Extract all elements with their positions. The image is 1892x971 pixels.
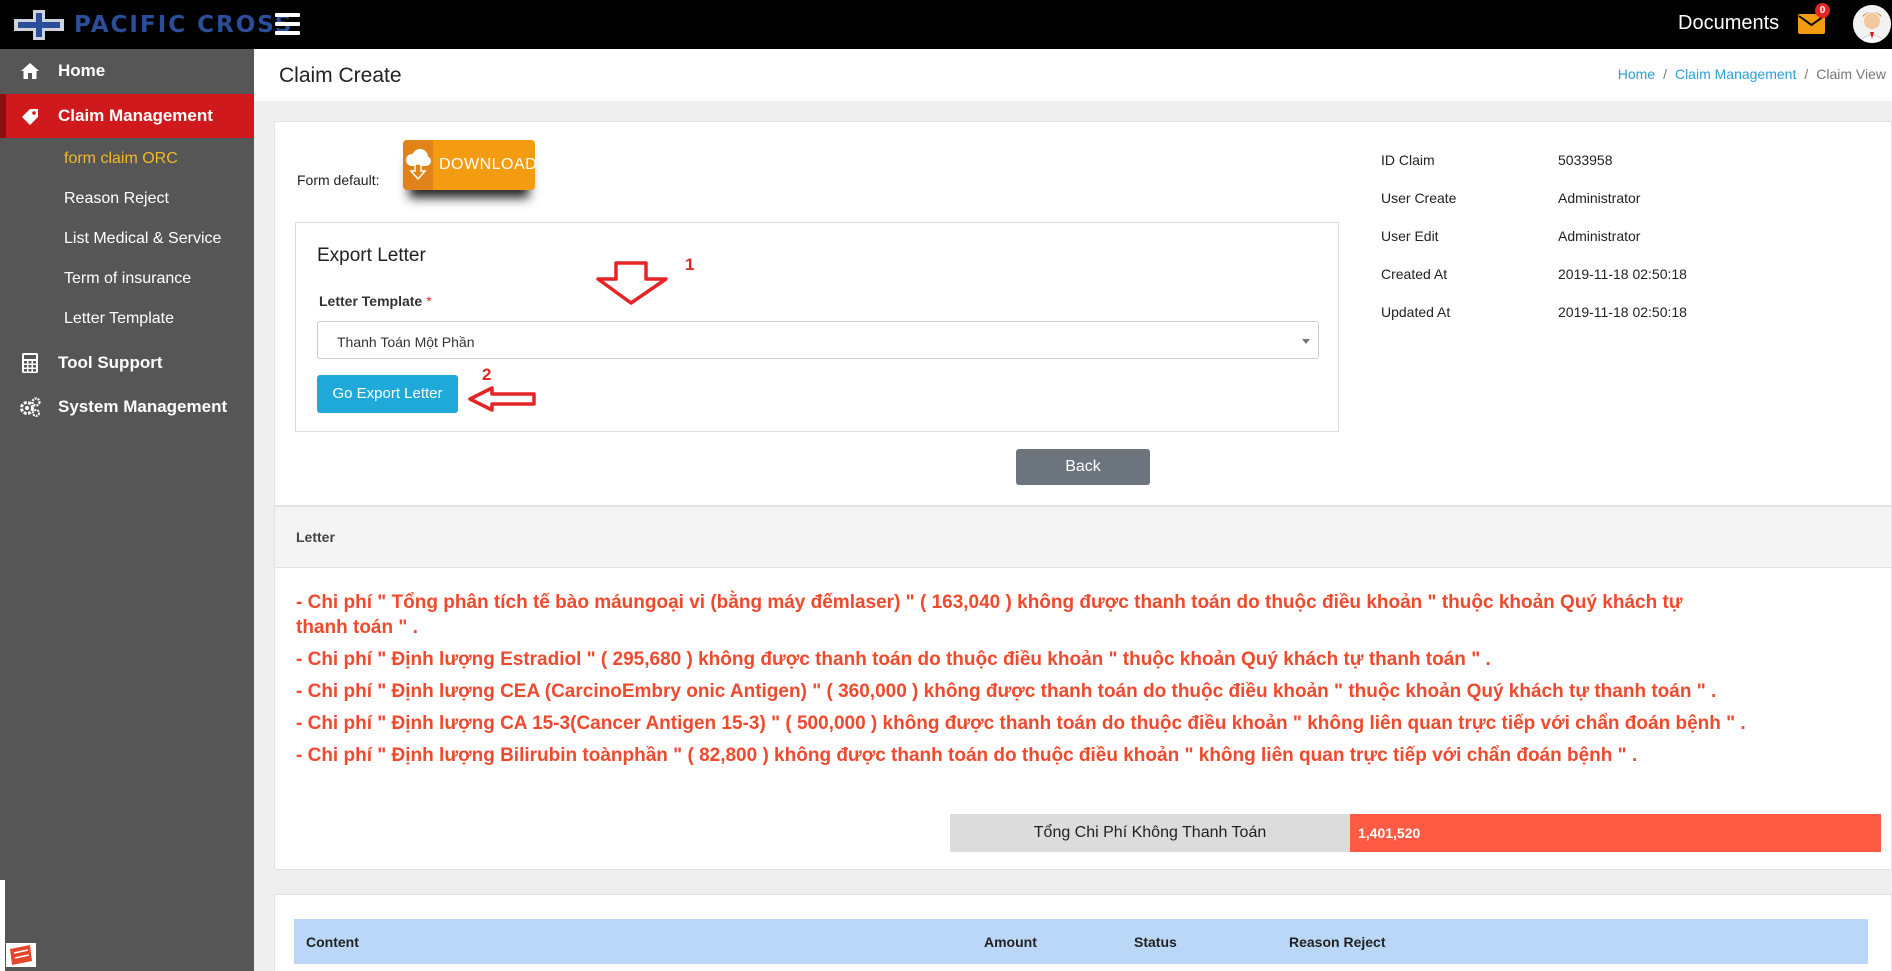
letter-template-select[interactable]: Thanh Toán Một Phần (317, 321, 1319, 359)
letter-line: - Chi phí " Định lượng Bilirubin toànphầ… (296, 745, 1638, 766)
brand-name: PACIFIC CROSS (74, 12, 294, 38)
letter-content: - Chi phí " Tổng phân tích tế bào máungo… (296, 590, 1892, 772)
sidebar-sub-letter-template[interactable]: Letter Template (64, 310, 174, 328)
export-letter-box: Export Letter Letter Template * Thanh Toá… (295, 222, 1339, 432)
mail-count-badge: 0 (1815, 3, 1830, 18)
menu-toggle-icon[interactable] (275, 13, 300, 35)
column-header-reason-reject[interactable]: Reason Reject (1289, 934, 1385, 950)
column-header-content[interactable]: Content (306, 934, 359, 950)
letter-template-value: Thanh Toán Một Phần (337, 334, 475, 350)
chevron-down-icon (1302, 339, 1310, 344)
info-label-user-edit: User Edit (1381, 228, 1439, 244)
letter-line: - Chi phí " Định lượng CEA (CarcinoEmbry… (296, 681, 1717, 702)
total-unpaid-value: 1,401,520 (1350, 814, 1881, 852)
annotation-arrow-left-icon (468, 386, 536, 412)
claim-form-panel: Form default: DOWNLOAD Export Letter Let… (274, 121, 1892, 506)
brand-logo[interactable]: PACIFIC CROSS (14, 10, 293, 40)
page-title: Claim Create (279, 64, 402, 87)
user-avatar[interactable] (1853, 5, 1891, 43)
letter-line: - Chi phí " Tổng phân tích tế bào máungo… (296, 592, 1683, 638)
info-value-user-edit: Administrator (1558, 228, 1641, 244)
letter-template-label: Letter Template * (319, 293, 432, 309)
breadcrumb-home[interactable]: Home (1618, 66, 1655, 82)
letter-line: - Chi phí " Định lượng CA 15-3(Cancer An… (296, 713, 1746, 734)
home-icon (18, 61, 42, 81)
info-value-updated-at: 2019-11-18 02:50:18 (1558, 304, 1687, 320)
main-content: Claim Create Home / Claim Management / Claim… (254, 49, 1892, 971)
sidebar-item-tool-support[interactable]: Tool Support (0, 341, 254, 385)
claim-items-table-header: Content Amount Status Reason Reject (294, 919, 1868, 964)
sidebar-sub-reason-reject[interactable]: Reason Reject (64, 190, 169, 208)
sidebar-item-label: System Management (58, 397, 228, 416)
sidebar-sub-list-medical-service[interactable]: List Medical & Service (64, 230, 221, 248)
info-label-created-at: Created At (1381, 266, 1448, 282)
sidebar-item-label: Claim Management (58, 106, 213, 125)
cloud-download-icon (403, 140, 433, 190)
info-value-id-claim: 5033958 (1558, 152, 1613, 168)
sidebar-item-claim-management[interactable]: Claim Management (0, 94, 254, 138)
breadcrumb: Home / Claim Management / Claim View (1617, 66, 1886, 82)
form-default-label: Form default: (297, 172, 380, 188)
info-label-id-claim: ID Claim (1381, 152, 1435, 168)
avatar-icon (1853, 5, 1891, 43)
page-edge-strip (0, 880, 5, 971)
letter-panel-header: Letter (275, 507, 1891, 568)
tag-icon (18, 106, 42, 126)
letter-line: - Chi phí " Định lượng Estradiol " ( 295… (296, 649, 1491, 670)
annotation-number-1: 1 (685, 255, 695, 274)
app-launcher-icon[interactable] (6, 943, 36, 967)
calculator-icon (18, 353, 42, 373)
export-letter-title: Export Letter (317, 245, 426, 266)
sidebar-item-label: Tool Support (58, 353, 163, 372)
back-button[interactable]: Back (1016, 449, 1150, 485)
breadcrumb-current: Claim View (1816, 66, 1886, 82)
letter-header-title: Letter (296, 529, 335, 545)
info-value-user-create: Administrator (1558, 190, 1641, 206)
download-button[interactable]: DOWNLOAD (403, 140, 538, 190)
info-label-updated-at: Updated At (1381, 304, 1451, 320)
sidebar-item-system-management[interactable]: System Management (0, 385, 254, 429)
go-export-letter-button[interactable]: Go Export Letter (317, 375, 458, 413)
column-header-status[interactable]: Status (1134, 934, 1177, 950)
letter-template-label-text: Letter Template (319, 293, 423, 309)
sidebar-item-home[interactable]: Home (0, 49, 254, 93)
info-label-user-create: User Create (1381, 190, 1457, 206)
info-value-created-at: 2019-11-18 02:50:18 (1558, 266, 1687, 282)
total-unpaid-label: Tổng Chi Phí Không Thanh Toán (950, 814, 1350, 852)
annotation-number-2: 2 (482, 365, 492, 384)
sidebar-sub-form-claim-orc[interactable]: form claim ORC (64, 150, 178, 168)
page-header: Claim Create Home / Claim Management / Claim… (254, 49, 1892, 101)
documents-link[interactable]: Documents (1678, 12, 1779, 35)
sidebar: Home Claim Management form claim ORC Rea… (0, 49, 254, 971)
column-header-amount[interactable]: Amount (984, 934, 1037, 950)
gears-icon (18, 397, 42, 417)
sidebar-item-label: Home (58, 61, 106, 80)
breadcrumb-claim-management[interactable]: Claim Management (1675, 66, 1796, 82)
sidebar-sub-term-of-insurance[interactable]: Term of insurance (64, 270, 191, 288)
top-bar: PACIFIC CROSS Documents 0 (0, 0, 1892, 49)
annotation-arrow-down-icon (596, 261, 668, 305)
required-mark: * (426, 293, 432, 309)
download-label: DOWNLOAD (439, 156, 538, 173)
pacific-cross-logo-icon (14, 10, 64, 40)
